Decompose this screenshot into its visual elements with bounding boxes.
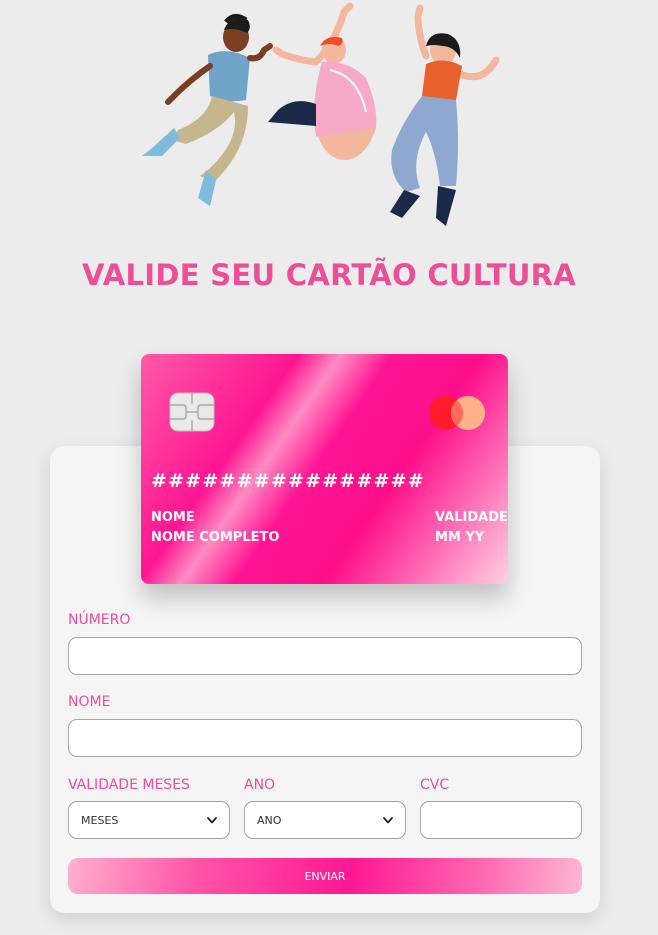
months-label: VALIDADE MESES (68, 777, 190, 793)
year-select[interactable]: ANO (244, 801, 406, 839)
cvc-label: CVC (420, 777, 450, 793)
people-jumping-illustration (142, 2, 500, 226)
person-left-illustration (142, 14, 273, 206)
chevron-down-icon (207, 816, 217, 823)
page: VALIDE SEU CARTÃO CULTURA ##############… (0, 0, 658, 935)
card-expiry-value: MM YY (435, 530, 485, 545)
person-middle-illustration (268, 2, 377, 160)
year-select-value: ANO (257, 813, 282, 827)
card-number: ################ (151, 470, 425, 492)
months-select[interactable]: MESES (68, 801, 230, 839)
mastercard-logo-icon (429, 396, 485, 430)
card-preview: ################ NOME NOME COMPLETO VALI… (141, 354, 508, 584)
cvc-input[interactable] (420, 801, 582, 839)
year-label: ANO (244, 777, 276, 793)
card-name-value: NOME COMPLETO (151, 530, 280, 545)
chip-icon (169, 392, 215, 432)
submit-button[interactable]: ENVIAR (68, 858, 582, 894)
card-expiry-label: VALIDADE (435, 510, 508, 525)
name-input[interactable] (68, 719, 582, 757)
person-right-illustration (390, 4, 500, 226)
number-label: NÚMERO (68, 612, 131, 628)
months-select-value: MESES (81, 813, 119, 827)
chevron-down-icon (383, 816, 393, 823)
name-label: NOME (68, 694, 111, 710)
card-name-label: NOME (151, 510, 195, 525)
page-title: VALIDE SEU CARTÃO CULTURA (81, 258, 577, 292)
card-number-input[interactable] (68, 637, 582, 675)
